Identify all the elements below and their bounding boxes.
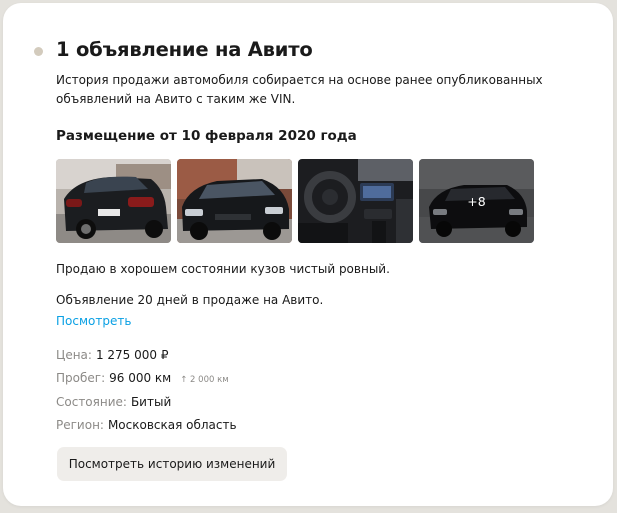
mileage-delta: ↑ 2 000 км [180, 375, 229, 385]
spec-price-label: Цена: [56, 348, 92, 362]
listing-duration: Объявление 20 дней в продаже на Авито. [56, 293, 324, 307]
photo-gallery: +8 [56, 159, 534, 243]
spec-price-value: 1 275 000 ₽ [95, 348, 169, 362]
spec-condition: Состояние: Битый [56, 395, 171, 409]
listing-description: Продаю в хорошем состоянии кузов чистый … [56, 262, 390, 276]
spec-mileage: Пробег: 96 000 км ↑ 2 000 км [56, 371, 229, 385]
more-photos-badge: +8 [419, 159, 534, 243]
intro-text: История продажи автомобиля собирается на… [56, 73, 543, 106]
view-history-button[interactable]: Посмотреть историю изменений [57, 447, 287, 481]
spec-condition-label: Состояние: [56, 395, 127, 409]
spec-condition-value: Битый [130, 395, 172, 409]
spec-mileage-label: Пробег: [56, 371, 106, 385]
spec-region: Регион: Московская область [56, 418, 237, 432]
spec-region-value: Московская область [107, 418, 237, 432]
car-interior-photo[interactable] [298, 159, 413, 243]
car-front-photo[interactable] [177, 159, 292, 243]
spec-mileage-value: 96 000 км [109, 371, 172, 385]
view-listing-link[interactable]: Посмотреть [56, 314, 131, 328]
listing-history-card: 1 объявление на Авито История продажи ав… [3, 3, 613, 506]
placement-date-heading: Размещение от 10 февраля 2020 года [56, 128, 357, 144]
bullet-dot [34, 47, 43, 56]
section-title: 1 объявление на Авито [56, 38, 313, 61]
spec-price: Цена: 1 275 000 ₽ [56, 348, 168, 362]
spec-region-label: Регион: [56, 418, 104, 432]
car-front-dark-photo[interactable]: +8 [419, 159, 534, 243]
car-rear-photo[interactable] [56, 159, 171, 243]
